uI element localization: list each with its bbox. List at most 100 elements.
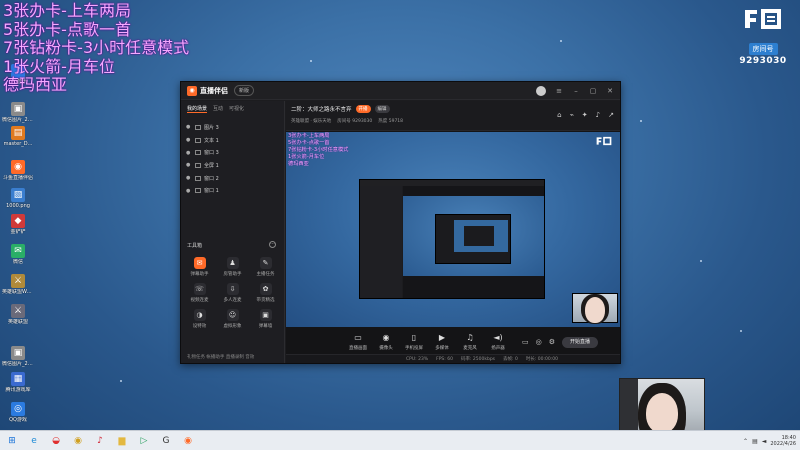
- scene-item[interactable]: ● 窗口 3: [181, 146, 284, 159]
- desktop-icon-label: 微信图片_20220413...: [2, 361, 34, 367]
- recursive-preview: [359, 179, 545, 299]
- tool-avatar[interactable]: ☺ 虚拟形象: [216, 309, 249, 329]
- overlay-line: 1张火箭-月车位: [3, 56, 115, 76]
- link-icon[interactable]: ⌁: [570, 111, 574, 119]
- window-controls: ≡ – ▢ ✕: [536, 85, 614, 96]
- room-category[interactable]: 英雄联盟 · 娱乐天地: [291, 118, 331, 124]
- control-camera[interactable]: ◉ 摄像头: [372, 333, 400, 351]
- go-live-button[interactable]: 开始直播: [562, 336, 599, 348]
- control-media[interactable]: ▶ 多媒体: [428, 333, 456, 351]
- desktop-icon[interactable]: ◎ QQ游戏: [2, 402, 34, 423]
- tool-multi-link[interactable]: ⇩ 多人连麦: [216, 283, 249, 303]
- scene-item[interactable]: ● 文本 1: [181, 134, 284, 147]
- scene-item[interactable]: ● 全屏 1: [181, 159, 284, 172]
- tool-room-admin[interactable]: ♟ 房管助手: [216, 257, 249, 277]
- tab-visual[interactable]: 可视化: [229, 105, 244, 113]
- chevron-up-icon[interactable]: ⌃: [743, 438, 748, 445]
- desktop-icon-label: 1000.png: [6, 203, 30, 209]
- control-live-screen[interactable]: ▭ 直播画面: [344, 333, 372, 351]
- network-icon[interactable]: ▤: [752, 438, 758, 445]
- desktop-icon[interactable]: ▦ 腾讯游戏库: [2, 372, 34, 393]
- version-badge[interactable]: 新版: [234, 85, 255, 96]
- tool-effects[interactable]: ◑ 设特效: [183, 309, 216, 329]
- status-dropped: 丢帧: 0: [503, 357, 518, 362]
- live-pill[interactable]: 开播: [355, 105, 371, 113]
- control-mic[interactable]: ♫ 麦克风: [456, 333, 484, 351]
- control-phone-cast[interactable]: ▯ 手机投屏: [400, 333, 428, 351]
- tool-danmu-wall[interactable]: ▣ 弹幕墙: [249, 309, 282, 329]
- tool-label: 视频连麦: [190, 298, 209, 303]
- scene-item[interactable]: ● 图片 3: [181, 121, 284, 134]
- status-duration: 时长: 00:00:00: [525, 357, 558, 362]
- desktop-icon[interactable]: ▤ master_D...: [2, 126, 34, 147]
- desktop-icon[interactable]: ✉ 微信: [2, 244, 34, 265]
- tab-interact[interactable]: 互动: [213, 105, 223, 113]
- face: [646, 393, 678, 433]
- tool-label: 虚拟形象: [223, 324, 242, 329]
- scene-label: 窗口 3: [204, 150, 219, 157]
- edit-pill[interactable]: 编辑: [374, 105, 390, 113]
- stream-preview[interactable]: 3张办卡-上车两局 5张办卡-点歌一首 7张钻粉卡-3小时任意模式 1张火箭-月…: [286, 132, 620, 327]
- desktop-icon[interactable]: ⚔ 英雄联盟: [2, 304, 34, 325]
- douyu-icon[interactable]: ◉: [180, 433, 196, 449]
- desktop-icon[interactable]: ◆ 金铲铲: [2, 214, 34, 235]
- gift-icon[interactable]: ⌂: [557, 111, 561, 119]
- scene-item[interactable]: ● 窗口 2: [181, 172, 284, 185]
- scene-list: ● 图片 3 ● 文本 1 ● 窗口 3 ● 全屏 1 ● 窗口 2 ● 窗口 1: [181, 121, 284, 197]
- bell-icon[interactable]: ♪: [596, 111, 600, 119]
- tool-video-link[interactable]: ☏ 视频连麦: [183, 283, 216, 303]
- room-label: 房间号: [748, 43, 778, 55]
- eye-icon[interactable]: ●: [186, 175, 191, 181]
- tool-streamer-task[interactable]: ✎ 主播任务: [249, 257, 282, 277]
- close-icon[interactable]: ✕: [606, 87, 614, 95]
- scene-item[interactable]: ● 窗口 1: [181, 184, 284, 197]
- desktop-icon-label: 英雄联盟: [7, 319, 28, 325]
- eye-icon[interactable]: ●: [186, 137, 191, 143]
- eye-icon[interactable]: ◎: [536, 338, 542, 346]
- edge-icon[interactable]: e: [26, 433, 42, 449]
- share-icon[interactable]: ↗: [608, 111, 614, 119]
- game-icon[interactable]: ◉: [70, 433, 86, 449]
- record-icon[interactable]: ▭: [522, 338, 529, 346]
- windows-start-icon[interactable]: ⊞: [4, 433, 20, 449]
- maximize-icon[interactable]: ▢: [589, 87, 597, 95]
- desktop-icon-label: 腾讯游戏库: [5, 387, 31, 393]
- speaker-icon: ◄): [493, 333, 503, 342]
- source-icon: [195, 124, 201, 130]
- tab-scenes[interactable]: 我的场景: [187, 105, 208, 113]
- desktop-icon[interactable]: ⚔英雄联盟WeGame版: [2, 274, 34, 295]
- user-avatar[interactable]: [536, 85, 546, 96]
- tool-danmu-assistant[interactable]: ✉ 弹幕助手: [183, 257, 216, 277]
- image-file-icon: ▣: [11, 346, 25, 360]
- room-id: 9293030: [739, 56, 787, 66]
- g-app-icon[interactable]: G: [158, 433, 174, 449]
- menu-icon[interactable]: ≡: [555, 87, 563, 95]
- fans-icon[interactable]: ✦: [582, 111, 588, 119]
- eye-icon[interactable]: ●: [186, 162, 191, 168]
- preview-line: 3张办卡-上车两局: [288, 133, 330, 139]
- control-speaker[interactable]: ◄) 扬声器: [484, 333, 512, 351]
- source-icon: [195, 162, 201, 168]
- wechat-icon: ✉: [11, 244, 25, 258]
- minimize-icon[interactable]: –: [572, 87, 580, 95]
- store-icon[interactable]: ▷: [136, 433, 152, 449]
- scene-label: 窗口 2: [204, 175, 219, 182]
- desktop-icon[interactable]: ▣微信图片_20220412...: [2, 102, 34, 123]
- qq-icon[interactable]: ◒: [48, 433, 64, 449]
- eye-icon[interactable]: ●: [186, 150, 191, 156]
- gear-icon[interactable]: ⚙: [549, 338, 555, 346]
- clock[interactable]: 18:40 2022/4/26: [770, 435, 796, 447]
- eye-icon[interactable]: ●: [186, 124, 191, 130]
- netease-music-icon[interactable]: ♪: [92, 433, 108, 449]
- folder-icon[interactable]: ▆: [114, 433, 130, 449]
- desktop-icon[interactable]: ◉ 斗鱼直播伴侣: [2, 160, 34, 181]
- add-tool-icon[interactable]: ···: [269, 241, 276, 248]
- volume-icon[interactable]: ◄: [762, 438, 767, 445]
- eye-icon[interactable]: ●: [186, 188, 191, 194]
- desktop-icon[interactable]: ▣微信图片_20220413...: [2, 346, 34, 367]
- preview-line: 7张钻粉卡-3小时任意模式: [288, 147, 349, 153]
- room-title[interactable]: 二阶：大师之路永不言弃: [291, 105, 352, 113]
- tool-featured[interactable]: ✿ 带货精选: [249, 283, 282, 303]
- desktop-icon[interactable]: ▧ 1000.png: [2, 188, 34, 209]
- douyu-logo-icon: [745, 9, 781, 29]
